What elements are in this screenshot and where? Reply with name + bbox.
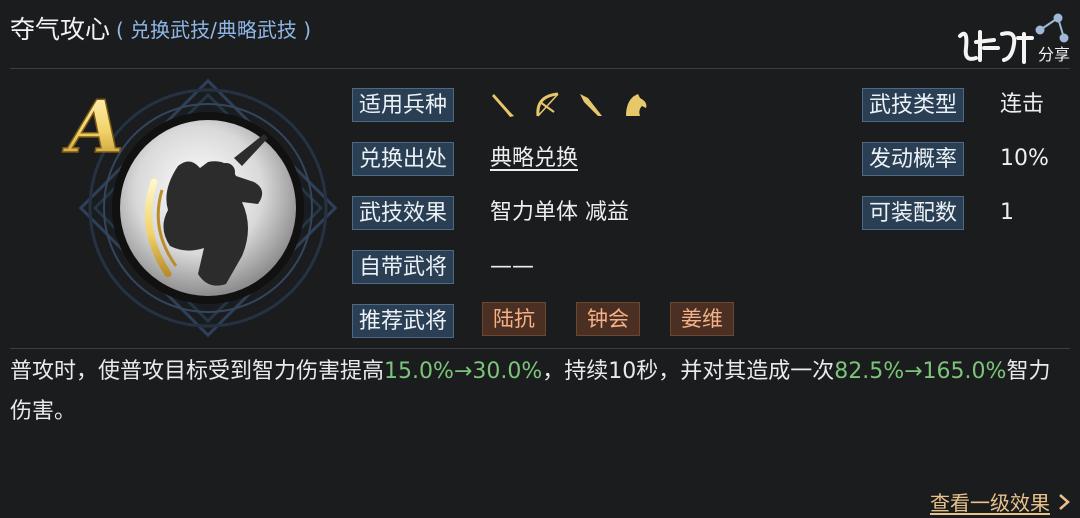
horse-icon (626, 94, 647, 116)
desc-highlight-1: 15.0%→30.0% (384, 359, 543, 384)
desc-text-2: ，持续10秒，并对其造成一次 (542, 359, 835, 384)
skill-effect-value: 智力单体 减益 (490, 200, 629, 225)
chevron-right-icon (1059, 493, 1070, 510)
label-skill-type: 武技类型 (862, 88, 965, 122)
lance-icon (580, 94, 602, 116)
grade-letter: A (62, 84, 124, 169)
equip-count-value: 1 (1000, 200, 1014, 225)
share-network-icon (1035, 13, 1069, 43)
desc-highlight-2: 82.5%→165.0% (834, 359, 1007, 384)
view-level-one-effect-link[interactable]: 查看一级效果 (930, 487, 1070, 516)
label-equip-count: 可装配数 (862, 196, 965, 230)
label-trigger-rate: 发动概率 (862, 142, 965, 176)
footer-link-label: 查看一级效果 (930, 491, 1050, 515)
general-tag-jiangwei[interactable]: 姜维 (670, 302, 734, 336)
spear-icon (492, 94, 514, 117)
label-innate-general: 自带武将 (352, 250, 455, 284)
bow-icon (536, 92, 559, 117)
skill-emblem: A (58, 78, 338, 338)
description-divider (10, 348, 1070, 349)
watermark-text: 分享 (1038, 45, 1070, 64)
skill-subtitle: ( 兑换武技/典略武技 ) (116, 17, 312, 42)
watermark-logo: 分享 (954, 8, 1074, 70)
innate-general-value: —— (490, 254, 534, 279)
header-divider (10, 68, 1070, 69)
skill-description: 普攻时，使普攻目标受到智力伤害提高15.0%→30.0%，持续10秒，并对其造成… (10, 352, 1070, 432)
troop-icons (488, 90, 650, 120)
desc-text-1: 普攻时，使普攻目标受到智力伤害提高 (10, 359, 385, 384)
label-exchange-source: 兑换出处 (352, 142, 455, 176)
general-tag-lukang[interactable]: 陆抗 (482, 302, 546, 336)
skill-type-value: 连击 (1000, 92, 1045, 117)
general-tag-zhonghui[interactable]: 钟会 (576, 302, 640, 336)
skill-title: 夺气攻心 (10, 15, 111, 44)
header: 夺气攻心 ( 兑换武技/典略武技 ) (10, 8, 311, 48)
calligraphy-logo (958, 30, 1034, 64)
label-recommended-generals: 推荐武将 (352, 304, 455, 338)
label-skill-effect: 武技效果 (352, 196, 455, 230)
exchange-source-link[interactable]: 典略兑换 (490, 142, 578, 176)
trigger-rate-value: 10% (1000, 146, 1049, 171)
label-troop-types: 适用兵种 (352, 88, 455, 122)
